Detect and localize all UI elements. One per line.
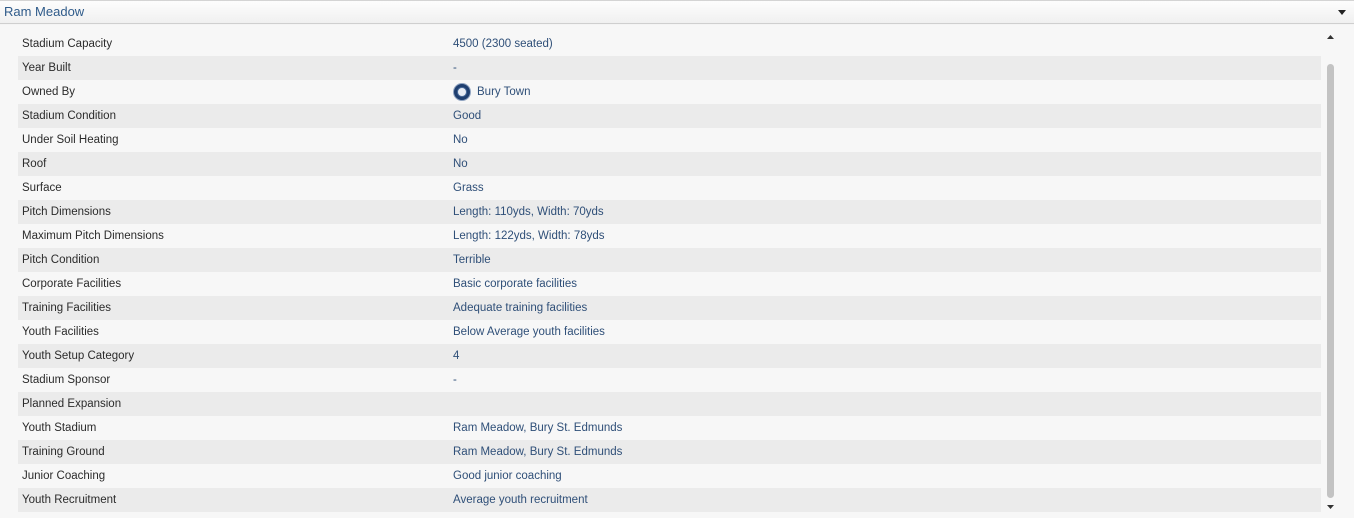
row-label: Year Built <box>22 62 71 74</box>
row-value: Ram Meadow, Bury St. Edmunds <box>453 416 622 440</box>
table-row: Under Soil Heating No <box>18 128 1321 152</box>
row-value-text: Adequate training facilities <box>453 302 588 314</box>
row-value: Below Average youth facilities <box>453 320 605 344</box>
row-value-text: Length: 110yds, Width: 70yds <box>453 206 604 218</box>
row-value-text: Ram Meadow, Bury St. Edmunds <box>453 422 623 434</box>
vertical-scrollbar[interactable] <box>1324 33 1336 513</box>
table-row: Planned Expansion <box>18 392 1321 416</box>
row-label: Pitch Dimensions <box>22 206 111 218</box>
chevron-down-icon[interactable] <box>1336 6 1348 18</box>
row-label: Stadium Capacity <box>22 38 113 50</box>
row-label: Youth Facilities <box>22 326 99 338</box>
row-label: Corporate Facilities <box>22 278 122 290</box>
row-value-text: 4500 (2300 seated) <box>453 38 553 50</box>
panel-title: Ram Meadow <box>4 4 85 19</box>
table-row: Youth Stadium Ram Meadow, Bury St. Edmund… <box>18 416 1321 440</box>
row-value-text: Below Average youth facilities <box>453 326 605 338</box>
row-label: Pitch Condition <box>22 254 100 266</box>
table-row: Training Facilities Adequate training fac… <box>18 296 1321 320</box>
row-label: Stadium Sponsor <box>22 374 111 386</box>
row-value: No <box>453 128 468 152</box>
table-row: Pitch Condition Terrible <box>18 248 1321 272</box>
row-value-text: Average youth recruitment <box>453 494 588 506</box>
club-badge-icon[interactable] <box>453 83 471 101</box>
row-label: Stadium Condition <box>22 110 116 122</box>
scrollbar-thumb[interactable] <box>1327 64 1334 498</box>
table-row: Youth Facilities Below Average youth faci… <box>18 320 1321 344</box>
row-label: Youth Stadium <box>22 422 97 434</box>
row-label: Surface <box>22 182 62 194</box>
row-value-text: No <box>453 134 468 146</box>
scroll-down-icon[interactable] <box>1326 503 1334 511</box>
row-label: Youth Setup Category <box>22 350 135 362</box>
table-row: Maximum Pitch Dimensions Length: 122yds, … <box>18 224 1321 248</box>
row-value-text: Good junior coaching <box>453 470 562 482</box>
row-value: - <box>453 368 457 392</box>
table-row: Pitch Dimensions Length: 110yds, Width: 7… <box>18 200 1321 224</box>
row-value-text: Good <box>453 110 482 122</box>
row-value: Average youth recruitment <box>453 488 588 512</box>
table-row: Owned By Bury Town <box>18 80 1321 104</box>
stadium-details-panel: Stadium Capacity 4500 (2300 seated) Year B… <box>0 25 1354 518</box>
row-value-text: No <box>453 158 468 170</box>
row-value: Ram Meadow, Bury St. Edmunds <box>453 440 622 464</box>
scroll-up-icon[interactable] <box>1326 33 1334 41</box>
row-label: Junior Coaching <box>22 470 106 482</box>
row-value: Bury Town <box>453 80 530 104</box>
table-row: Junior Coaching Good junior coaching <box>18 464 1321 488</box>
table-row: Training Ground Ram Meadow, Bury St. Edmu… <box>18 440 1321 464</box>
row-label: Owned By <box>22 86 76 98</box>
row-value: Good <box>453 104 481 128</box>
row-label: Planned Expansion <box>22 398 122 410</box>
row-value: Length: 110yds, Width: 70yds <box>453 200 604 224</box>
row-label: Youth Recruitment <box>22 494 117 506</box>
row-value-text: Ram Meadow, Bury St. Edmunds <box>453 446 623 458</box>
row-value-text: - <box>453 374 457 386</box>
row-label: Maximum Pitch Dimensions <box>22 230 164 242</box>
row-value-text: 4 <box>453 350 460 362</box>
table-row: Youth Setup Category 4 <box>18 344 1321 368</box>
table-row: Surface Grass <box>18 176 1321 200</box>
table-row: Stadium Capacity 4500 (2300 seated) <box>18 32 1321 56</box>
row-label: Under Soil Heating <box>22 134 119 146</box>
row-value-text: - <box>453 62 457 74</box>
row-value-text: Terrible <box>453 254 491 266</box>
row-label: Training Ground <box>22 446 105 458</box>
row-value-text: Basic corporate facilities <box>453 278 577 290</box>
row-value: 4 <box>453 344 459 368</box>
row-value-text: Length: 122yds, Width: 78yds <box>453 230 605 242</box>
table-row: Year Built - <box>18 56 1321 80</box>
table-row: Corporate Facilities Basic corporate faci… <box>18 272 1321 296</box>
row-value: Length: 122yds, Width: 78yds <box>453 224 605 248</box>
row-value: Adequate training facilities <box>453 296 587 320</box>
table-row: Roof No <box>18 152 1321 176</box>
row-value: Basic corporate facilities <box>453 272 577 296</box>
owner-club-link[interactable]: Bury Town <box>477 80 530 104</box>
row-value: Terrible <box>453 248 491 272</box>
row-label: Training Facilities <box>22 302 112 314</box>
row-value: Good junior coaching <box>453 464 562 488</box>
row-value: Grass <box>453 176 484 200</box>
table-row: Stadium Condition Good <box>18 104 1321 128</box>
row-value: No <box>453 152 468 176</box>
table-row: Youth Recruitment Average youth recruitme… <box>18 488 1321 512</box>
row-value: - <box>453 56 457 80</box>
row-value: 4500 (2300 seated) <box>453 32 553 56</box>
row-value-text: Grass <box>453 182 484 194</box>
table-row: Stadium Sponsor - <box>18 368 1321 392</box>
panel-header[interactable]: Ram Meadow <box>0 0 1354 24</box>
stadium-details-table: Stadium Capacity 4500 (2300 seated) Year B… <box>18 32 1321 512</box>
row-label: Roof <box>22 158 47 170</box>
